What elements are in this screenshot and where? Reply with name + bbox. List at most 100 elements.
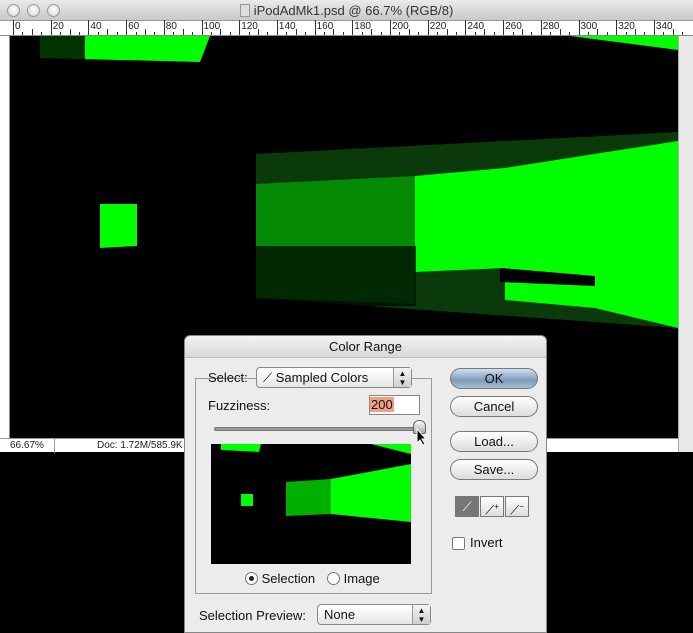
invert-label: Invert	[470, 535, 503, 550]
ruler-label: 260	[505, 21, 522, 32]
ruler-minor-tick	[559, 29, 561, 35]
ruler-minor-tick	[258, 29, 259, 35]
updown-arrows-icon: ▲ ▼	[393, 368, 411, 387]
invert-checkbox[interactable]	[452, 537, 465, 550]
ruler-minor-tick	[672, 29, 674, 35]
eyedropper-plus-icon[interactable]: ⟋+	[480, 496, 504, 517]
radio-image[interactable]: Image	[327, 571, 380, 586]
dialog-title: Color Range	[185, 336, 546, 358]
vertical-ruler[interactable]	[0, 36, 10, 438]
ruler-minor-tick	[342, 32, 344, 35]
ruler-label: 200	[392, 21, 409, 32]
ruler-minor-tick	[116, 32, 118, 35]
fuzziness-label: Fuzziness:	[208, 398, 271, 413]
eyedropper-icon[interactable]: ⟋	[455, 496, 479, 517]
ruler-minor-tick	[107, 29, 109, 35]
title-bar: iPodAdMk1.psd @ 66.7% (RGB/8)	[0, 0, 693, 21]
ruler-label: 300	[580, 21, 598, 32]
ruler-minor-tick	[663, 32, 665, 35]
selection-preview-popup[interactable]: None ▲ ▼	[317, 604, 431, 625]
select-value: Sampled Colors	[275, 370, 369, 385]
ruler-label: 280	[542, 21, 560, 32]
save-button[interactable]: Save...	[450, 459, 538, 480]
ok-button[interactable]: OK	[450, 368, 538, 389]
ruler-minor-tick	[587, 32, 589, 35]
cancel-button[interactable]: Cancel	[450, 396, 538, 417]
window-title: iPodAdMk1.psd @ 66.7% (RGB/8)	[253, 3, 454, 18]
ruler-minor-tick	[512, 32, 514, 35]
ruler-minor-tick	[69, 29, 71, 35]
ruler-tick	[50, 20, 52, 35]
horizontal-ruler[interactable]: 0 20 40 60 80 100 120 140 160 180 200 220 240 260 280 3…	[0, 20, 693, 36]
fuzziness-input[interactable]: 200	[369, 395, 420, 415]
ruler-minor-tick	[682, 32, 684, 35]
ruler-tick	[276, 20, 278, 35]
ruler-minor-tick	[635, 29, 636, 35]
ruler-label: 180	[354, 21, 371, 32]
ruler-label: 220	[429, 21, 447, 32]
document-icon	[239, 4, 250, 17]
ruler-tick	[126, 20, 128, 35]
ruler-minor-tick	[361, 32, 363, 35]
radio-unselected-icon	[327, 572, 340, 585]
ruler-minor-tick	[324, 32, 325, 35]
selection-preview-value: None	[324, 607, 356, 622]
fuzziness-value: 200	[370, 397, 394, 412]
ruler-tick	[540, 20, 542, 35]
ruler-minor-tick	[493, 32, 495, 35]
ruler-tick	[352, 20, 354, 35]
ruler-tick	[503, 20, 505, 35]
ruler-minor-tick	[192, 32, 193, 35]
ruler-minor-tick	[550, 32, 552, 35]
ruler-minor-tick	[41, 32, 43, 35]
ruler-minor-tick	[333, 29, 335, 35]
color-range-dialog: Color Range Select: ⟋ Sampled Colors ▲ ▼ …	[184, 335, 547, 633]
radio-selection-label: Selection	[261, 571, 316, 586]
ruler-tick	[13, 20, 14, 35]
ruler-minor-tick	[446, 29, 448, 35]
radio-image-label: Image	[343, 571, 380, 586]
eyedropper-minus-icon[interactable]: ⟋−	[505, 496, 529, 517]
ruler-minor-tick	[455, 32, 457, 35]
close-button[interactable]	[7, 4, 20, 17]
ruler-label: 140	[278, 21, 296, 32]
ruler-minor-tick	[286, 32, 288, 35]
load-button[interactable]: Load...	[450, 431, 538, 452]
ruler-tick	[201, 20, 203, 35]
ruler-minor-tick	[144, 29, 146, 35]
ruler-minor-tick	[371, 29, 373, 35]
ruler-minor-tick	[569, 32, 570, 35]
fuzziness-slider[interactable]	[214, 427, 420, 431]
vertical-scrollbar[interactable]	[678, 36, 693, 452]
ruler-tick	[465, 20, 467, 35]
ruler-label: 320	[618, 21, 635, 32]
ruler-minor-tick	[60, 32, 62, 35]
radio-selection[interactable]: Selection	[245, 571, 315, 586]
ruler-minor-tick	[295, 29, 297, 35]
ruler-tick	[653, 20, 655, 35]
ruler-minor-tick	[305, 32, 307, 35]
ruler-minor-tick	[248, 32, 250, 35]
ruler-label: 340	[655, 21, 673, 32]
ruler-label: 120	[241, 21, 258, 32]
ruler-minor-tick	[399, 32, 401, 35]
ruler-tick	[88, 20, 90, 35]
ruler-tick	[239, 20, 241, 35]
minimize-button[interactable]	[27, 4, 40, 17]
ruler-minor-tick	[408, 29, 410, 35]
ruler-minor-tick	[484, 29, 486, 35]
ruler-minor-tick	[606, 32, 608, 35]
ruler-minor-tick	[182, 29, 184, 35]
select-popup[interactable]: ⟋ Sampled Colors ▲ ▼	[256, 367, 412, 388]
ruler-minor-tick	[210, 32, 212, 35]
doc-size[interactable]: Doc: 1.72M/585.9K	[97, 439, 183, 452]
ruler-minor-tick	[78, 32, 80, 35]
ruler-label: 160	[316, 21, 334, 32]
zoom-button[interactable]	[47, 4, 60, 17]
zoom-level[interactable]: 66.67%	[0, 439, 55, 453]
ruler-tick	[578, 20, 580, 35]
ruler-tick	[390, 20, 391, 35]
ruler-minor-tick	[22, 32, 24, 35]
mouse-cursor-icon	[416, 428, 428, 446]
ruler-label: 20	[52, 21, 64, 32]
